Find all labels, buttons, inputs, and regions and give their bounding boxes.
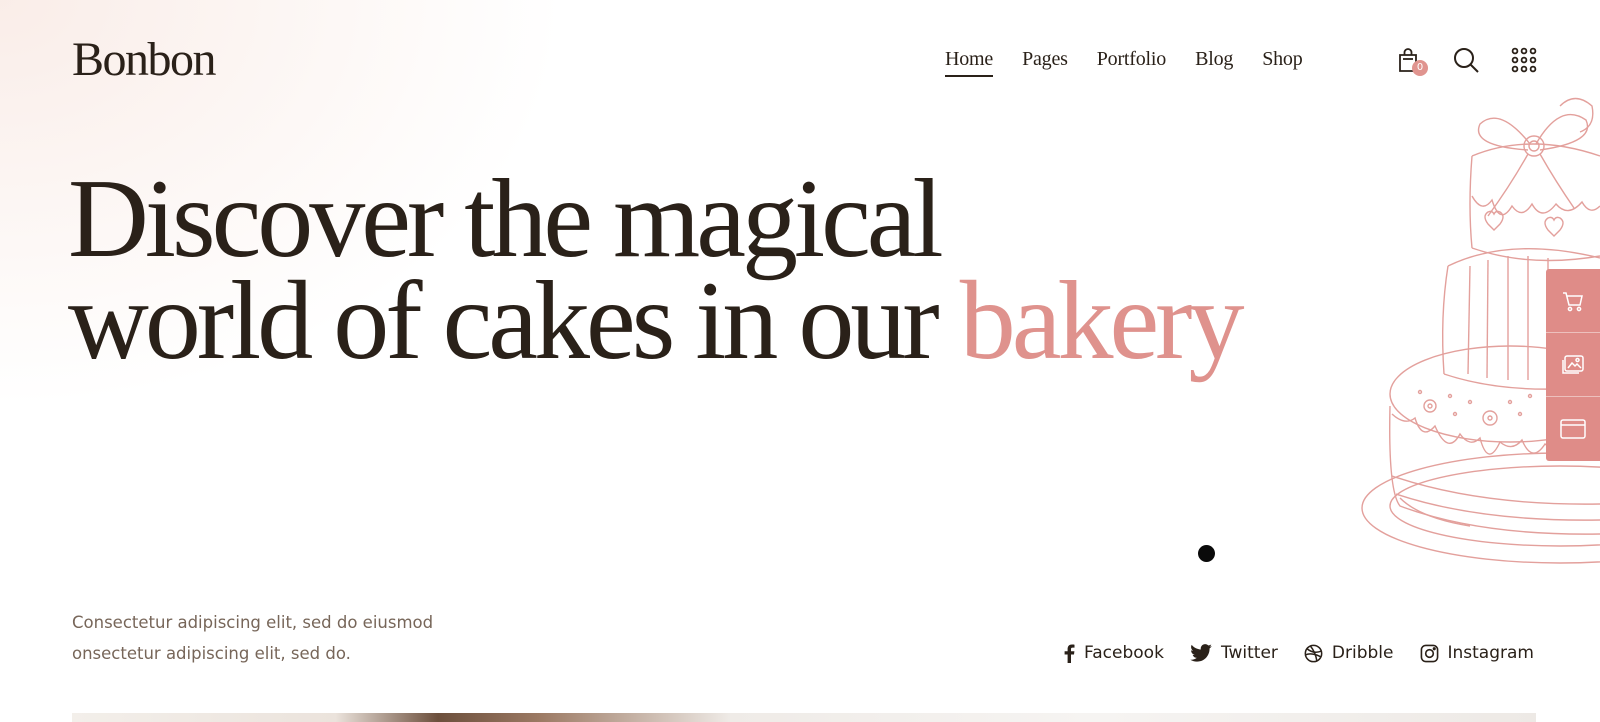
- nav-item-portfolio[interactable]: Portfolio: [1097, 48, 1167, 77]
- instagram-icon: [1420, 644, 1438, 662]
- cart-icon: [1563, 291, 1583, 311]
- twitter-icon: [1190, 644, 1212, 662]
- hero-title: Discover the magical world of cakes in o…: [68, 163, 1244, 377]
- social-twitter-label: Twitter: [1220, 643, 1278, 663]
- hero-intro-text: Consectetur adipiscing elit, sed do eius…: [72, 607, 492, 669]
- intro-line-1: Consectetur adipiscing elit, sed do eius…: [72, 613, 434, 632]
- social-dribbble-label: Dribble: [1331, 643, 1394, 663]
- social-facebook-link[interactable]: Facebook: [1064, 643, 1164, 663]
- search-button[interactable]: [1452, 46, 1480, 74]
- slider-pagination-dot[interactable]: [1198, 545, 1215, 562]
- facebook-icon: [1064, 644, 1075, 663]
- side-gallery-button[interactable]: [1546, 333, 1600, 397]
- search-icon: [1454, 48, 1479, 73]
- page: Bonbon Home Pages Portfolio Blog Shop 0: [0, 0, 1600, 722]
- social-links: Facebook Twitter Dribble Instagram: [1064, 643, 1534, 663]
- hero-title-accent: bakery: [959, 259, 1245, 383]
- nav-item-home[interactable]: Home: [945, 48, 993, 77]
- nav-item-pages[interactable]: Pages: [1022, 48, 1068, 77]
- nav-item-shop[interactable]: Shop: [1262, 48, 1303, 77]
- cart-count-badge: 0: [1412, 60, 1428, 76]
- grid-menu-button[interactable]: [1510, 46, 1538, 74]
- intro-line-2: onsectetur adipiscing elit, sed do.: [72, 644, 351, 663]
- social-instagram-label: Instagram: [1447, 643, 1535, 663]
- side-floating-buttons: [1546, 269, 1600, 461]
- cart-button[interactable]: 0: [1394, 46, 1428, 76]
- social-facebook-label: Facebook: [1084, 643, 1164, 663]
- side-window-button[interactable]: [1546, 397, 1600, 461]
- site-logo[interactable]: Bonbon: [72, 36, 217, 84]
- grid-menu-icon: [1511, 47, 1537, 73]
- header-actions: 0: [1394, 46, 1538, 76]
- hero-title-line2: world of cakes in our: [68, 259, 940, 383]
- nav-item-blog[interactable]: Blog: [1195, 48, 1233, 77]
- social-twitter-link[interactable]: Twitter: [1190, 643, 1278, 663]
- main-nav: Home Pages Portfolio Blog Shop: [945, 48, 1303, 77]
- social-dribbble-link[interactable]: Dribble: [1304, 643, 1394, 663]
- side-cart-button[interactable]: [1546, 269, 1600, 333]
- gallery-icon: [1562, 354, 1584, 374]
- dribbble-icon: [1304, 644, 1323, 662]
- window-icon: [1560, 419, 1586, 439]
- hero-image: [72, 713, 1536, 722]
- social-instagram-link[interactable]: Instagram: [1420, 643, 1535, 663]
